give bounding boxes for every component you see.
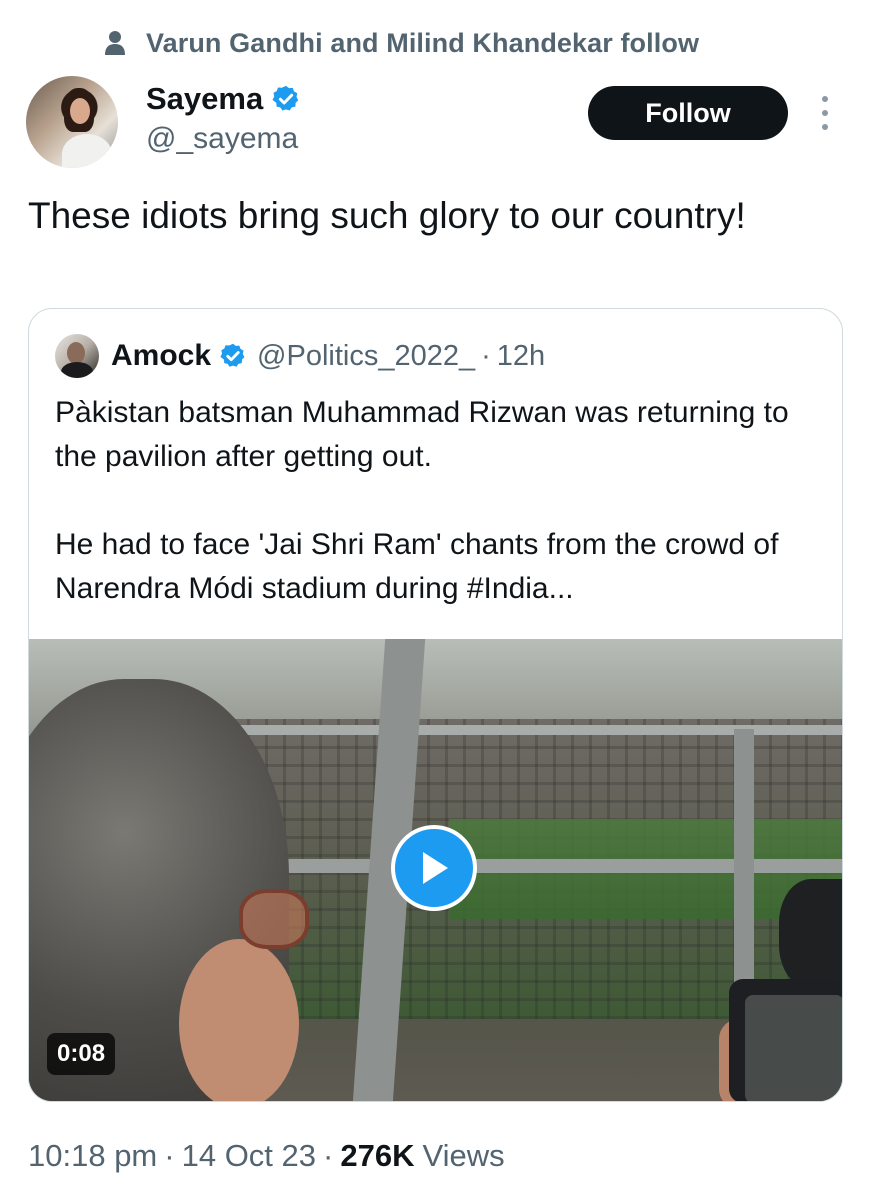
views-count[interactable]: 276K	[340, 1138, 414, 1174]
tweet-meta: 10:18 pm · 14 Oct 23 · 276K Views	[28, 1134, 505, 1178]
more-vertical-icon[interactable]	[814, 96, 836, 130]
separator-dot: ·	[164, 1138, 175, 1173]
quoted-author-avatar[interactable]	[55, 334, 99, 378]
quoted-tweet-paragraph: Pàkistan batsman Muhammad Rizwan was ret…	[55, 396, 789, 473]
play-button[interactable]	[391, 825, 477, 911]
author-handle[interactable]: @_sayema	[146, 122, 298, 156]
verified-badge-icon	[220, 343, 245, 367]
tweet-date[interactable]: 14 Oct 23	[182, 1138, 316, 1174]
tweet-time[interactable]: 10:18 pm	[28, 1138, 157, 1174]
play-icon	[423, 852, 448, 884]
quoted-author-handle[interactable]: @Politics_2022_	[257, 340, 475, 373]
author-name-row[interactable]: Sayema	[146, 80, 301, 118]
verified-badge-icon	[272, 85, 299, 111]
person-icon	[100, 28, 130, 58]
video-duration-badge: 0:08	[47, 1033, 116, 1075]
quoted-tweet-time[interactable]: 12h	[497, 340, 545, 373]
quoted-tweet-header: Amock @Politics_2022_ · 12h	[55, 333, 545, 379]
quoted-tweet-paragraph: He had to face 'Jai Shri Ram' chants fro…	[55, 528, 779, 605]
separator-dot: ·	[323, 1138, 334, 1173]
separator-dot: ·	[481, 339, 491, 372]
video-player[interactable]: 0:08	[29, 639, 842, 1101]
follow-button[interactable]: Follow	[588, 86, 788, 140]
quoted-tweet-card[interactable]: Amock @Politics_2022_ · 12h Pàkistan bat…	[28, 308, 843, 1102]
quoted-tweet-text: Pàkistan batsman Muhammad Rizwan was ret…	[55, 391, 825, 611]
author-name[interactable]: Sayema	[146, 81, 263, 117]
views-label: Views	[422, 1138, 505, 1173]
social-context-text: Varun Gandhi and Milind Khandekar follow	[146, 27, 700, 58]
avatar[interactable]	[26, 76, 118, 168]
social-context[interactable]: Varun Gandhi and Milind Khandekar follow	[100, 26, 699, 60]
tweet-text: These idiots bring such glory to our cou…	[28, 195, 746, 236]
quoted-author-name[interactable]: Amock	[111, 339, 211, 373]
